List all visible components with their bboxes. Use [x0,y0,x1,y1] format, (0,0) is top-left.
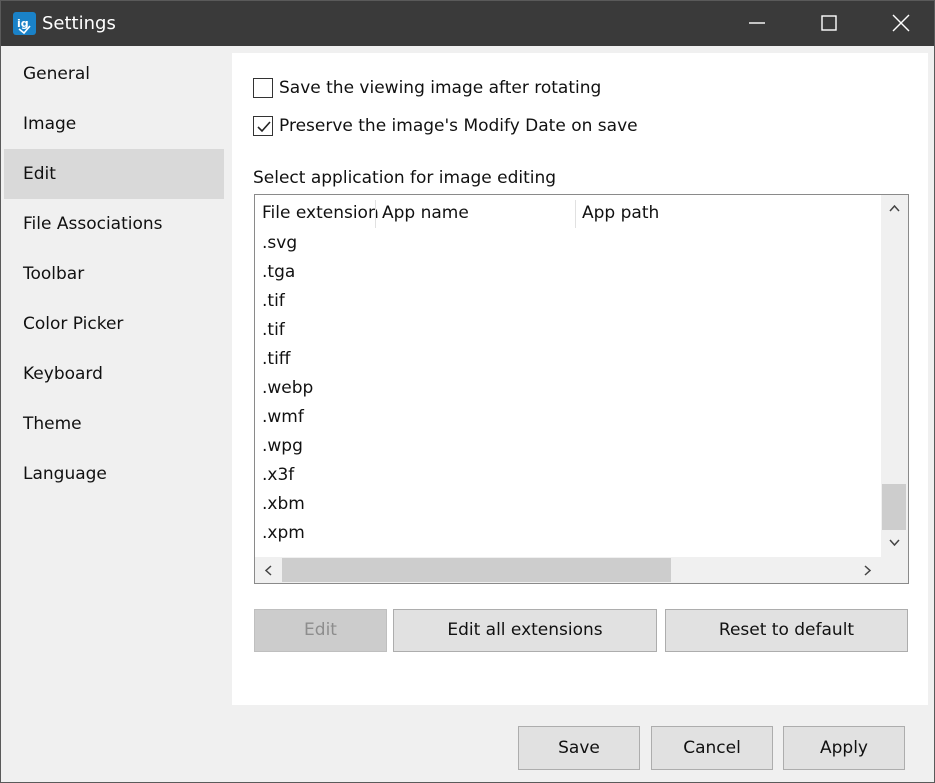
checkmark-icon [257,121,271,133]
sidebar-item-language[interactable]: Language [4,449,224,499]
settings-window: ig Settings General Image Edit File Asso [0,0,935,783]
maximize-icon [821,15,837,31]
column-header-app-name[interactable]: App name [375,195,575,231]
scroll-down-button[interactable] [881,530,908,557]
vertical-scroll-thumb[interactable] [882,484,906,530]
close-icon [892,14,910,32]
chevron-down-icon [889,539,900,547]
column-header-file-extension[interactable]: File extension [255,195,379,231]
scrollbar-corner [881,557,908,583]
list-item[interactable]: .tif [255,287,881,316]
list-rows: .svg .tga .tif .tif .tiff .webp .wmf .wp… [255,229,881,548]
sidebar-item-general[interactable]: General [4,49,224,99]
vertical-scrollbar[interactable] [881,195,908,557]
reset-to-default-button[interactable]: Reset to default [665,609,908,652]
list-item[interactable]: .xpm [255,519,881,548]
save-button[interactable]: Save [518,726,640,770]
list-item[interactable]: .svg [255,229,881,258]
edit-all-extensions-button[interactable]: Edit all extensions [393,609,657,652]
window-title: Settings [42,13,116,34]
cancel-button[interactable]: Cancel [651,726,773,770]
list-item[interactable]: .wmf [255,403,881,432]
chevron-left-icon [264,565,272,576]
list-header: File extension App name App path [255,195,881,231]
edit-button[interactable]: Edit [254,609,387,652]
close-button[interactable] [865,1,935,46]
minimize-icon [749,22,765,24]
sidebar-item-theme[interactable]: Theme [4,399,224,449]
preserve-modify-date-label[interactable]: Preserve the image's Modify Date on save [279,115,638,137]
chevron-up-icon [889,204,900,212]
list-item[interactable]: .tif [255,316,881,345]
chevron-right-icon [864,565,872,576]
scroll-left-button[interactable] [255,557,281,583]
list-item[interactable]: .tiff [255,345,881,374]
save-after-rotating-label[interactable]: Save the viewing image after rotating [279,77,601,99]
title-bar: ig Settings [1,1,934,46]
svg-text:ig: ig [17,17,29,30]
horizontal-scroll-thumb[interactable] [282,558,671,582]
editing-app-section-label: Select application for image editing [253,168,557,188]
horizontal-scrollbar[interactable] [255,557,908,583]
settings-sidebar: General Image Edit File Associations Too… [2,46,231,782]
minimize-button[interactable] [721,1,793,46]
scroll-right-button[interactable] [855,557,881,583]
scroll-up-button[interactable] [881,195,908,222]
sidebar-item-toolbar[interactable]: Toolbar [4,249,224,299]
list-item[interactable]: .tga [255,258,881,287]
editing-app-list[interactable]: File extension App name App path .svg .t… [254,194,909,584]
sidebar-item-file-associations[interactable]: File Associations [4,199,224,249]
save-after-rotating-checkbox[interactable] [253,78,273,98]
list-item[interactable]: .webp [255,374,881,403]
edit-settings-panel: Save the viewing image after rotating Pr… [232,53,928,705]
app-logo-icon: ig [13,12,36,35]
list-item[interactable]: .x3f [255,461,881,490]
list-item[interactable]: .wpg [255,432,881,461]
maximize-button[interactable] [793,1,865,46]
sidebar-item-image[interactable]: Image [4,99,224,149]
sidebar-item-edit[interactable]: Edit [4,149,224,199]
preserve-modify-date-checkbox[interactable] [253,116,273,136]
apply-button[interactable]: Apply [783,726,905,770]
sidebar-item-color-picker[interactable]: Color Picker [4,299,224,349]
sidebar-item-keyboard[interactable]: Keyboard [4,349,224,399]
list-item[interactable]: .xbm [255,490,881,519]
column-header-app-path[interactable]: App path [575,195,875,231]
